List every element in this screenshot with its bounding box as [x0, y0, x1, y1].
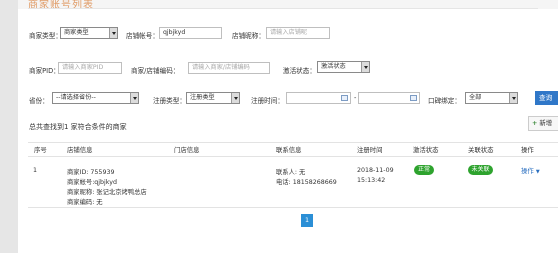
column-header-activation: 激活状态 [413, 146, 439, 154]
chevron-down-icon [109, 28, 117, 38]
shop-account-label: 店铺帐号： [126, 32, 159, 40]
column-header-index: 序号 [34, 146, 47, 154]
activation-select[interactable]: 激活状态 [317, 61, 370, 73]
row-index: 1 [33, 167, 38, 174]
register-type-value: 注册类型 [190, 94, 215, 101]
password-bind-value: 全部 [469, 94, 482, 101]
activation-status-badge: 正常 [414, 165, 434, 175]
activation-label: 激活状态： [283, 67, 316, 75]
password-bind-label: 口碑绑定： [428, 97, 461, 105]
pagination-current-page[interactable]: 1 [301, 214, 313, 227]
date-range-separator: - [354, 94, 357, 102]
shop-code-input[interactable]: 请输入商家/店铺编码 [188, 62, 270, 74]
shop-nickname: 商家昵称: 张记北京烤鸭总店 [67, 189, 147, 196]
contact-phone: 电话: 18158268669 [276, 179, 337, 186]
shop-account: 商家帐号:qjbjkyd [67, 179, 117, 186]
column-header-register-time: 注册时间 [357, 146, 383, 154]
province-label: 省份： [29, 97, 49, 105]
register-type-select[interactable]: 注册类型 [186, 92, 240, 104]
table-top-divider [28, 142, 558, 143]
shop-code-label: 商家/店铺编码： [131, 67, 180, 75]
merchant-pid-input[interactable]: 请输入商家PID [58, 62, 122, 74]
register-date: 2018-11-09 [357, 167, 394, 174]
calendar-icon[interactable] [341, 95, 348, 101]
merchant-type-select[interactable]: 商家类型 [60, 27, 118, 39]
activation-value: 激活状态 [321, 63, 346, 70]
column-header-contact: 联系信息 [276, 146, 302, 154]
password-bind-select[interactable]: 全部 [465, 92, 518, 104]
title-divider [28, 8, 538, 9]
add-button[interactable]: + 新增 [528, 116, 558, 131]
row-action-label: 操作 [521, 167, 534, 175]
table-bottom-divider [28, 207, 558, 208]
shop-name-input[interactable]: 请输入店铺昵 [266, 27, 330, 39]
chevron-down-icon [509, 93, 517, 103]
row-action-dropdown[interactable]: 操作 ▼ [521, 166, 540, 175]
add-button-label: 新增 [539, 119, 553, 127]
register-time: 15:13:42 [357, 177, 386, 184]
shop-account-input[interactable]: qjbjkyd [159, 27, 222, 39]
shop-name-label: 店铺昵称： [232, 32, 265, 40]
province-select[interactable]: --请选择省份-- [52, 92, 139, 104]
plus-icon: + [532, 119, 538, 127]
register-type-label: 注册类型： [153, 97, 186, 105]
register-time-start-input[interactable] [286, 92, 351, 104]
table-header-divider [28, 156, 558, 157]
column-header-link-status: 关联状态 [468, 146, 494, 154]
query-button[interactable]: 查询 [535, 91, 558, 105]
merchant-pid-label: 商家PID： [29, 67, 60, 75]
result-summary: 总共查找到1 家符合条件的商家 [29, 123, 127, 131]
chevron-down-icon [130, 93, 138, 103]
column-header-store-info: 门店信息 [174, 146, 200, 154]
merchant-type-value: 商家类型 [64, 29, 89, 36]
register-time-end-input[interactable] [358, 92, 420, 104]
column-header-action: 操作 [521, 146, 534, 154]
merchant-type-label: 商家类型： [29, 32, 62, 40]
left-sidebar-edge [0, 0, 18, 253]
register-time-label: 注册时间： [251, 97, 284, 105]
province-value: --请选择省份-- [56, 94, 96, 101]
chevron-down-icon [361, 62, 369, 72]
calendar-icon[interactable] [410, 95, 417, 101]
column-header-shop-info: 店铺信息 [67, 146, 93, 154]
shop-code: 商家编码: 无 [67, 199, 103, 206]
contact-person: 联系人: 无 [276, 169, 306, 176]
shop-id: 商家ID: 755939 [67, 169, 115, 176]
caret-down-icon: ▼ [535, 169, 540, 175]
page-title: 商家账号列表 [28, 0, 94, 11]
link-status-badge: 未关联 [468, 165, 493, 175]
chevron-down-icon [231, 93, 239, 103]
